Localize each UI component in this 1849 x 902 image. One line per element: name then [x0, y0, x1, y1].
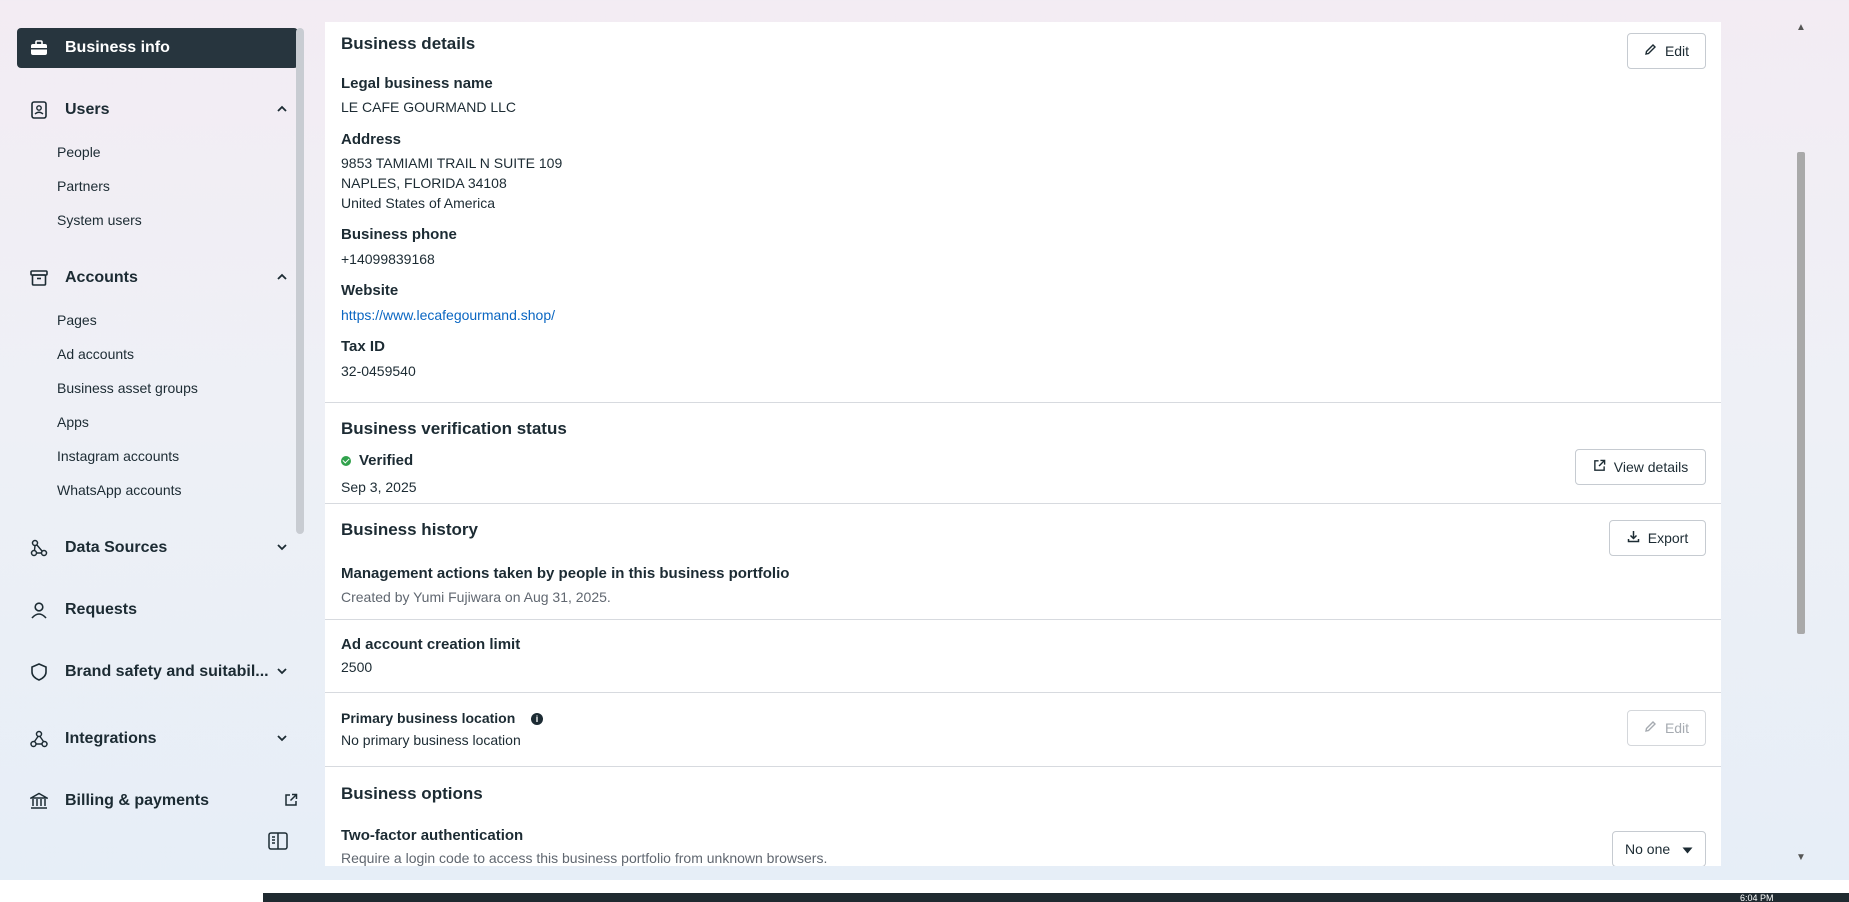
business-options-title: Business options — [341, 784, 483, 803]
sidebar-section-integrations[interactable]: Integrations — [17, 721, 298, 757]
verification-date: Sep 3, 2025 — [341, 479, 417, 495]
phone-value: +14099839168 — [341, 251, 435, 267]
page-scrollbar[interactable] — [1797, 152, 1805, 634]
tfa-dropdown[interactable]: No one — [1612, 831, 1706, 866]
export-button[interactable]: Export — [1609, 520, 1706, 556]
collapse-sidebar-icon[interactable] — [268, 832, 288, 855]
history-title: Business history — [341, 520, 478, 539]
chevron-up-icon — [276, 102, 288, 120]
sidebar-item-label: Business info — [65, 39, 170, 56]
chevron-down-icon — [276, 664, 288, 682]
taxid-value: 32-0459540 — [341, 363, 416, 379]
sidebar-item-people[interactable]: People — [57, 140, 101, 164]
taskbar-clock: 6:04 PM — [1740, 893, 1774, 902]
sidebar-section-requests[interactable]: Requests — [17, 592, 298, 628]
website-link[interactable]: https://www.lecafegourmand.shop/ — [341, 305, 555, 325]
info-icon[interactable]: i — [531, 713, 543, 725]
taskbar — [263, 893, 1849, 902]
history-created: Created by Yumi Fujiwara on Aug 31, 2025… — [341, 589, 611, 605]
tfa-title: Two-factor authentication — [341, 827, 524, 844]
address-label: Address — [341, 131, 402, 148]
legal-name-value: LE CAFE GOURMAND LLC — [341, 99, 517, 115]
chevron-down-icon — [276, 731, 288, 749]
sidebar-item-system-users[interactable]: System users — [57, 208, 142, 232]
scroll-down-arrow-icon[interactable]: ▼ — [1796, 852, 1806, 863]
website-label: Website — [341, 282, 399, 299]
scroll-up-arrow-icon[interactable]: ▲ — [1796, 22, 1806, 33]
ad-limit-title: Ad account creation limit — [341, 636, 521, 653]
ad-limit-value: 2500 — [341, 659, 373, 675]
sidebar-scrollbar[interactable] — [296, 28, 304, 534]
address-line-3: United States of America — [341, 195, 496, 211]
sidebar-section-users[interactable]: Users — [17, 92, 298, 128]
briefcase-icon — [27, 40, 51, 56]
sidebar-section-label: Users — [65, 101, 110, 118]
view-details-button[interactable]: View details — [1575, 449, 1706, 485]
sidebar-item-instagram-accounts[interactable]: Instagram accounts — [57, 444, 179, 468]
archive-icon — [27, 270, 51, 286]
sidebar: Business info Users People Partners Syst… — [0, 0, 305, 880]
verification-title: Business verification status — [341, 419, 567, 438]
pencil-icon — [1644, 43, 1657, 59]
sidebar-section-label: Integrations — [65, 730, 157, 747]
phone-label: Business phone — [341, 226, 457, 243]
sidebar-section-label: Accounts — [65, 269, 138, 286]
location-title: Primary business location — [341, 710, 516, 726]
verified-check-icon — [341, 455, 351, 466]
history-subtitle: Management actions taken by people in th… — [341, 565, 790, 582]
sidebar-section-label: Brand safety and suitabil... — [65, 663, 269, 680]
sidebar-item-whatsapp-accounts[interactable]: WhatsApp accounts — [57, 478, 182, 502]
edit-location-button[interactable]: Edit — [1627, 710, 1706, 746]
divider — [325, 402, 1721, 403]
sidebar-item-pages[interactable]: Pages — [57, 308, 97, 332]
shield-icon — [27, 663, 51, 681]
download-icon — [1627, 530, 1640, 546]
person-icon — [27, 601, 51, 619]
external-link-icon — [1593, 459, 1606, 475]
user-badge-icon — [27, 101, 51, 119]
sidebar-section-label: Requests — [65, 601, 138, 618]
sidebar-item-ad-accounts[interactable]: Ad accounts — [57, 342, 134, 366]
tfa-description: Require a login code to access this busi… — [341, 850, 828, 866]
sidebar-item-business-asset-groups[interactable]: Business asset groups — [57, 376, 198, 400]
chevron-up-icon — [276, 270, 288, 288]
address-line-1: 9853 TAMIAMI TRAIL N SUITE 109 — [341, 155, 563, 171]
divider — [325, 766, 1721, 767]
taxid-label: Tax ID — [341, 338, 385, 355]
chevron-down-icon — [276, 540, 288, 558]
bank-icon — [27, 792, 51, 810]
integrations-icon — [27, 730, 51, 748]
address-line-2: NAPLES, FLORIDA 34108 — [341, 175, 507, 191]
sidebar-section-brand-safety[interactable]: Brand safety and suitabil... — [17, 654, 298, 690]
verified-status: Verified — [341, 452, 413, 469]
pencil-icon — [1644, 720, 1657, 736]
sidebar-section-label: Billing & payments — [65, 792, 210, 809]
business-info-panel: Business details Edit Legal business nam… — [325, 22, 1721, 866]
caret-down-icon — [1682, 841, 1693, 857]
external-link-icon — [284, 793, 298, 812]
divider — [325, 503, 1721, 504]
sidebar-section-label: Data Sources — [65, 539, 168, 556]
sidebar-section-accounts[interactable]: Accounts — [17, 260, 298, 296]
sidebar-item-apps[interactable]: Apps — [57, 410, 89, 434]
sidebar-item-partners[interactable]: Partners — [57, 174, 110, 198]
sidebar-item-business-info[interactable]: Business info — [17, 28, 298, 68]
data-sources-icon — [27, 539, 51, 557]
legal-name-label: Legal business name — [341, 75, 493, 92]
location-value: No primary business location — [341, 732, 521, 748]
divider — [325, 619, 1721, 620]
sidebar-section-billing[interactable]: Billing & payments — [17, 783, 298, 819]
edit-details-button[interactable]: Edit — [1627, 33, 1706, 69]
business-details-title: Business details — [341, 34, 476, 53]
divider — [325, 692, 1721, 693]
sidebar-section-data-sources[interactable]: Data Sources — [17, 530, 298, 566]
